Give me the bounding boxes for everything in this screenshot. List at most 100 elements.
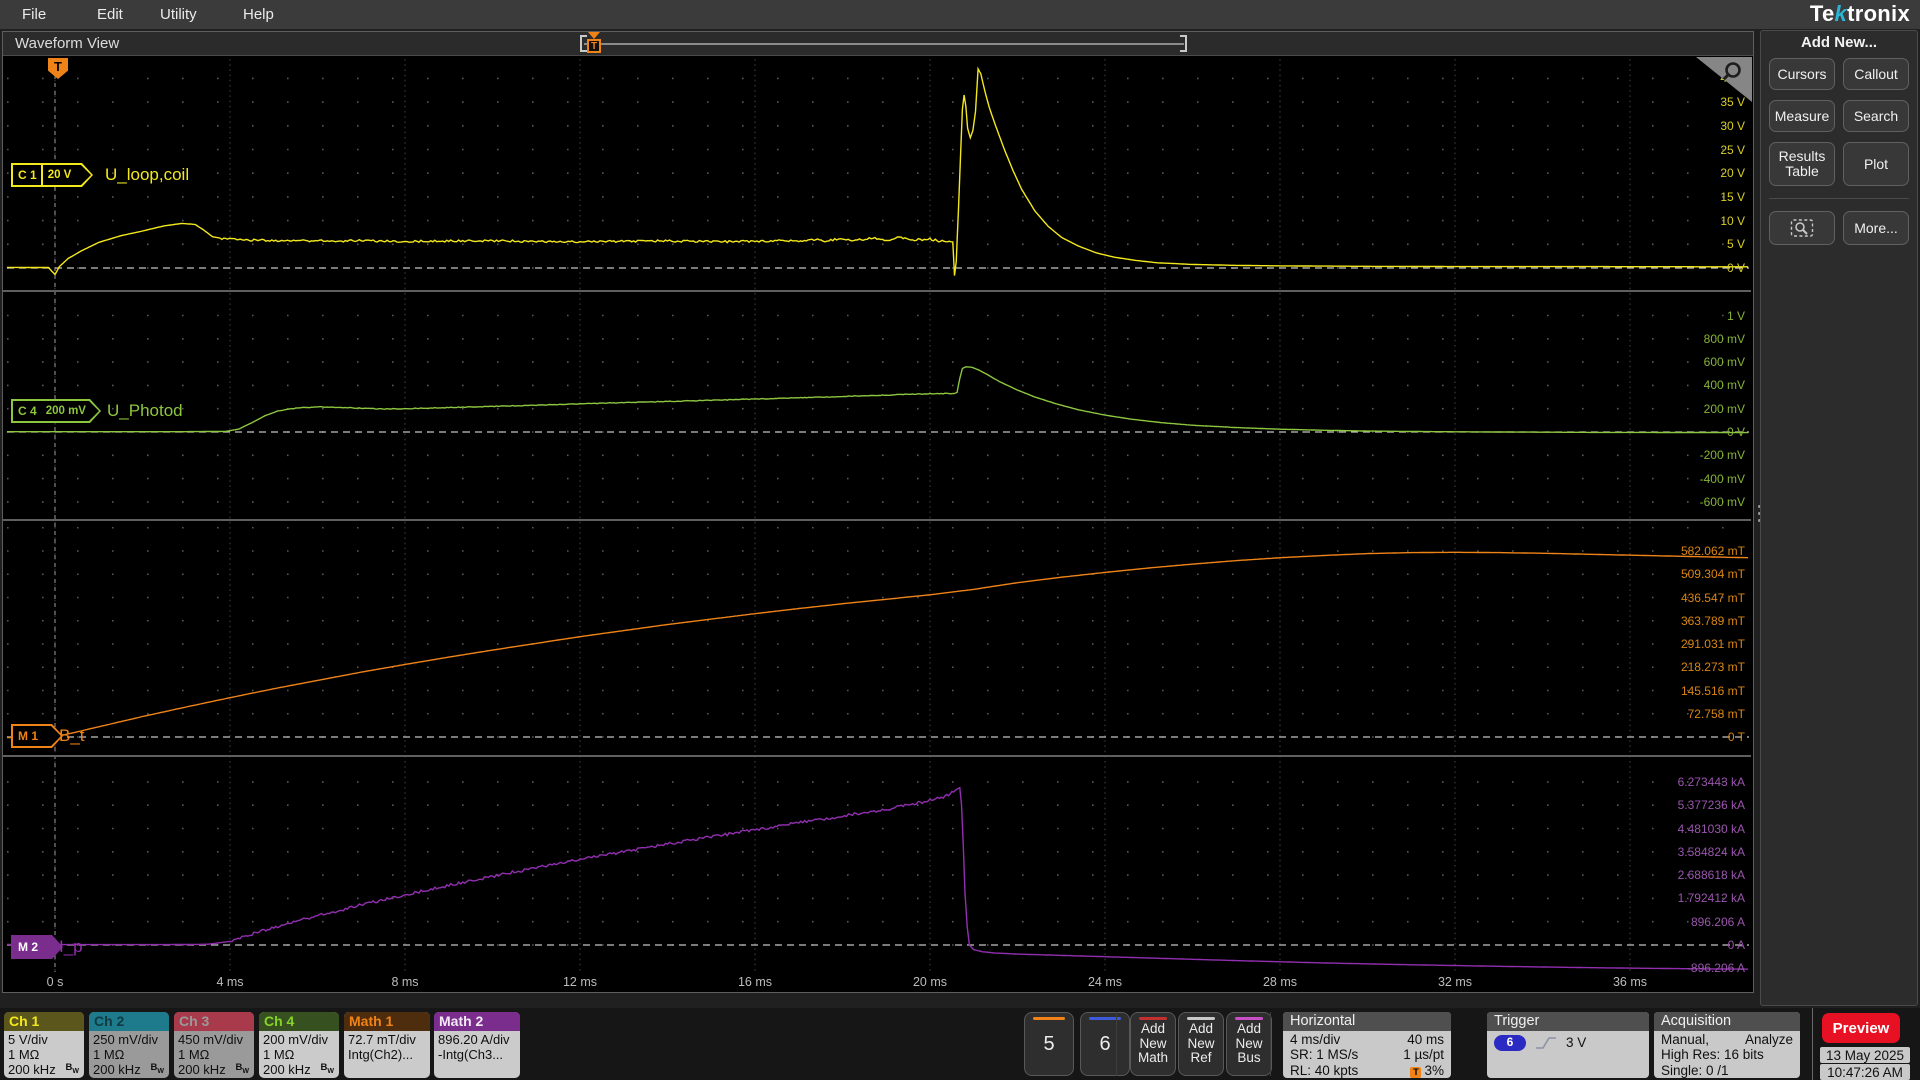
view-button-6[interactable]: 6 (1080, 1012, 1130, 1076)
math-badge-m1[interactable]: M 1 (11, 724, 63, 748)
waveform-label-c4[interactable]: U_Photod (107, 401, 183, 421)
channel-badge-body: 896.20 A/div -Intg(Ch3... (434, 1031, 520, 1062)
channel-badge-body: 5 V/div 1 MΩ 200 kHz BW (4, 1031, 84, 1078)
channel-settings-badge-ch2[interactable]: Ch 2 250 mV/div 1 MΩ 200 kHz BW (89, 1012, 169, 1078)
horizontal-row: 4 ms/div 40 ms (1290, 1032, 1444, 1047)
view-button-stripe (1033, 1017, 1065, 1020)
waveform-titlebar: Waveform View T (3, 32, 1753, 56)
menu-item-file[interactable]: File (22, 0, 46, 29)
channel-badge-header: Ch 1 (4, 1012, 84, 1031)
trigger-panel[interactable]: Trigger 6 3 V (1487, 1012, 1649, 1078)
date-display: 13 May 2025 (1820, 1047, 1910, 1063)
channel-badge-line: 5 V/div (8, 1032, 48, 1047)
divider (1270, 1012, 1271, 1076)
sidebar-button-callout[interactable]: Callout (1843, 58, 1909, 90)
time-tick-label: 36 ms (1612, 975, 1648, 989)
channel-settings-badge-ch4[interactable]: Ch 4 200 mV/div 1 MΩ 200 kHz BW (259, 1012, 339, 1078)
channel-badge-body: 450 mV/div 1 MΩ 200 kHz BW (174, 1031, 254, 1078)
trigger-marker-icon: T (1410, 1066, 1422, 1078)
more-button[interactable]: More... (1843, 211, 1909, 245)
acquisition-panel[interactable]: Acquisition Manual, Analyze High Res: 16 … (1654, 1012, 1800, 1078)
waveform-label-m1[interactable]: B_t (59, 726, 85, 746)
preview-button[interactable]: Preview (1822, 1013, 1900, 1043)
add-new-sidebar: Add New... Cursors Callout Measure Search Re… (1760, 30, 1918, 1006)
channel-badge-header: Math 2 (434, 1012, 520, 1031)
channel-badge-line: 450 mV/div (178, 1032, 244, 1047)
channel-badge-c1[interactable]: C 1 20 V (11, 163, 93, 187)
channel-badge-body: 200 mV/div 1 MΩ 200 kHz BW (259, 1031, 339, 1078)
time-tick-label: 28 ms (1262, 975, 1298, 989)
waveform-label-c1[interactable]: U_loop,coil (105, 165, 189, 185)
menu-item-edit[interactable]: Edit (97, 0, 123, 29)
bottom-settings-bar: Ch 15 V/div 1 MΩ 200 kHz BW Ch 2 250 mV/div 1 … (0, 1008, 1920, 1080)
timeline-track[interactable] (584, 43, 1184, 45)
bandwidth-limit-icon: BW (235, 1062, 249, 1075)
channel-badge-line: -Intg(Ch3... (438, 1047, 504, 1063)
time-axis-labels: 0 s 4 ms 8 ms 12 ms 16 ms 20 ms 24 ms 28 ms 32 m… (3, 973, 1751, 993)
acq-analyze: Analyze (1744, 1032, 1793, 1047)
channel-badge-header: Ch 4 (259, 1012, 339, 1031)
timeline-right-bracket[interactable] (1180, 35, 1187, 52)
page-title: Waveform View (15, 35, 120, 52)
add-button-stripe (1139, 1017, 1167, 1020)
channel-badge-line: 896.20 A/div (438, 1032, 510, 1047)
trigger-level: 3 V (1566, 1035, 1587, 1051)
trigger-panel-title: Trigger (1487, 1012, 1649, 1031)
channel-badge-line: 200 kHz BW (8, 1062, 79, 1078)
channel-settings-badge-ch3[interactable]: Ch 3 450 mV/div 1 MΩ 200 kHz BW (174, 1012, 254, 1078)
menu-bar: File Edit Utility Help Tektronix (0, 0, 1920, 29)
waveform-trace-i-p (7, 786, 1749, 970)
menu-item-utility[interactable]: Utility (160, 0, 197, 29)
channel-badge-line: Intg(Ch2)... (348, 1047, 414, 1063)
waveform-trace-b-t (7, 551, 1749, 739)
channel-badge-c4[interactable]: C 4 200 mV (11, 399, 101, 423)
time-tick-label: 24 ms (1087, 975, 1123, 989)
zoom-select-button[interactable] (1769, 211, 1835, 245)
channel-badge-header: Ch 2 (89, 1012, 169, 1031)
divider (1812, 1008, 1813, 1080)
oscilloscope-app: File Edit Utility Help Tektronix Waveform V… (0, 0, 1920, 1080)
sidebar-title: Add New... (1800, 34, 1878, 51)
acq-mode: Manual, (1661, 1032, 1710, 1047)
horizontal-panel[interactable]: Horizontal 4 ms/div 40 ms SR: 1 MS/s 1 µs/p… (1283, 1012, 1451, 1078)
menu-item-help[interactable]: Help (243, 0, 274, 29)
trigger-source-badge: 6 (1494, 1035, 1526, 1051)
channel-badge-header: Ch 3 (174, 1012, 254, 1031)
sidebar-button-plot[interactable]: Plot (1843, 142, 1909, 186)
acquisition-panel-title: Acquisition (1654, 1012, 1800, 1031)
waveform-trace-u-loop-coil (6, 66, 1749, 276)
sidebar-button-search[interactable]: Search (1843, 100, 1909, 132)
timeline-left-bracket[interactable] (580, 35, 587, 52)
channel-badge-header: Math 1 (344, 1012, 430, 1031)
channel-badge-line: 200 kHz BW (93, 1062, 164, 1078)
view-button-5[interactable]: 5 (1024, 1012, 1074, 1076)
channel-badge-line: 250 mV/div (93, 1032, 159, 1047)
add-button-stripe (1187, 1017, 1215, 1020)
channel-badge-line: 72.7 mT/div (348, 1032, 416, 1047)
channel-badge-line: 200 kHz BW (178, 1062, 249, 1078)
channel-badge-body: 72.7 mT/div Intg(Ch2)... (344, 1031, 430, 1062)
channel-badge-line: 1 MΩ (178, 1047, 210, 1063)
timeline-trigger-icon[interactable]: T (587, 39, 601, 53)
time-tick-label: 4 ms (216, 975, 244, 989)
math-badge-m2[interactable]: M 2 (11, 935, 63, 959)
add-new-math-button[interactable]: Add New Math (1130, 1012, 1176, 1076)
waveform-plot[interactable] (3, 57, 1751, 974)
sidebar-button-results-table[interactable]: Results Table (1769, 142, 1835, 186)
channel-badge-line: 200 kHz BW (263, 1062, 334, 1078)
waveform-label-m2[interactable]: I_p (59, 937, 83, 957)
channel-settings-badge-math2[interactable]: Math 2 896.20 A/div -Intg(Ch3... (434, 1012, 520, 1078)
channel-settings-badge-ch1[interactable]: Ch 15 V/div 1 MΩ 200 kHz BW (4, 1012, 84, 1078)
waveform-view-panel: Waveform View T 40 V35 V30 V25 V20 V15 V… (2, 31, 1754, 993)
add-new-bus-button[interactable]: Add New Bus (1226, 1012, 1272, 1076)
acquisition-row: Single: 0 /1 (1661, 1062, 1729, 1078)
horizontal-row: SR: 1 MS/s 1 µs/pt (1290, 1047, 1444, 1063)
channel-badge-line: 1 MΩ (93, 1047, 125, 1063)
add-new-ref-button[interactable]: Add New Ref (1178, 1012, 1224, 1076)
zoom-select-icon (1790, 219, 1814, 237)
sidebar-button-measure[interactable]: Measure (1769, 100, 1835, 132)
bandwidth-limit-icon: BW (65, 1062, 79, 1075)
channel-settings-badge-math1[interactable]: Math 1 72.7 mT/div Intg(Ch2)... (344, 1012, 430, 1078)
waveform-trace-u-photod (7, 366, 1749, 434)
sidebar-button-cursors[interactable]: Cursors (1769, 58, 1835, 90)
